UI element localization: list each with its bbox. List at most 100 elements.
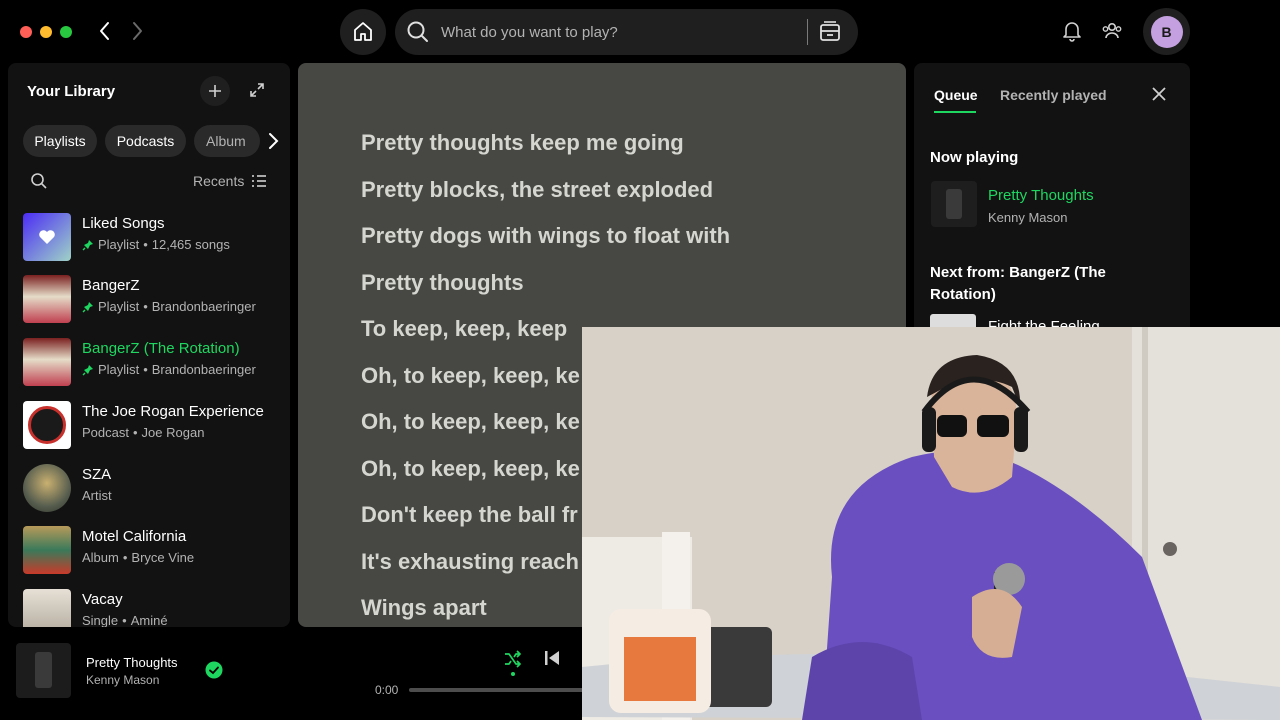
close-window-button[interactable] <box>20 26 32 38</box>
chevron-right-icon <box>133 22 142 40</box>
meta-separator: • <box>122 550 128 565</box>
library-item-type: Artist <box>82 488 112 503</box>
search-library-icon[interactable] <box>30 172 48 190</box>
library-item-name: Vacay <box>82 591 123 608</box>
avatar: B <box>1150 15 1183 48</box>
library-title[interactable]: Your Library <box>27 83 115 100</box>
library-item-meta-text: Aminé <box>130 613 168 627</box>
search-icon <box>407 21 428 42</box>
queue-track-artist[interactable]: Kenny Mason <box>988 210 1068 225</box>
webcam-overlay <box>582 327 1280 720</box>
now-playing-heading: Now playing <box>930 149 1019 166</box>
library-item-meta: Single • Aminé <box>82 613 168 627</box>
list-view-icon[interactable] <box>251 173 267 189</box>
vacay-cover <box>23 589 71 627</box>
library-item[interactable]: Liked Songs Playlist • 12,465 songs <box>23 211 283 263</box>
now-playing-cover <box>931 181 977 227</box>
lyric-line[interactable]: Oh, to keep, keep, ke <box>361 456 580 482</box>
progress-bar[interactable] <box>409 688 609 692</box>
library-filters: Playlists Podcasts Album <box>23 125 283 157</box>
liked-songs-cover <box>23 213 71 261</box>
close-icon[interactable] <box>1150 85 1168 103</box>
create-button[interactable] <box>200 76 230 106</box>
top-bar: B <box>0 0 1200 62</box>
active-tab-indicator <box>934 111 976 113</box>
motel-california-cover <box>23 526 71 574</box>
library-item-meta-text: Joe Rogan <box>141 425 205 440</box>
expand-icon[interactable] <box>248 81 266 99</box>
filter-podcasts-chip[interactable]: Podcasts <box>105 125 186 157</box>
next-from-heading: Next from: BangerZ (The Rotation) <box>930 264 1106 303</box>
library-item[interactable]: BangerZ Playlist • Brandonbaeringer <box>23 273 283 325</box>
lyric-line[interactable]: Oh, to keep, keep, ke <box>361 409 580 435</box>
library-item-meta: Playlist • Brandonbaeringer <box>82 299 256 314</box>
library-item-type: Playlist <box>98 237 140 252</box>
filter-albums-chip[interactable]: Album <box>194 125 260 157</box>
shuffle-active-dot <box>511 672 515 676</box>
library-item-name: SZA <box>82 466 112 483</box>
next-track-title[interactable]: Fight the Feeling <box>988 318 1100 327</box>
minimize-window-button[interactable] <box>40 26 52 38</box>
library-item-meta: Album • Bryce Vine <box>82 550 194 565</box>
sza-artist-image <box>23 464 71 512</box>
library-item-meta-text: Bryce Vine <box>131 550 195 565</box>
search-divider <box>807 19 808 45</box>
sort-recents-button[interactable]: Recents <box>193 173 244 189</box>
filter-playlists-chip[interactable]: Playlists <box>23 125 97 157</box>
lyric-line[interactable]: Pretty blocks, the street exploded <box>361 177 713 203</box>
lyric-line[interactable]: To keep, keep, keep <box>361 316 567 342</box>
back-button[interactable] <box>92 18 118 44</box>
library-panel: Your Library Playlists Podcasts Album Re… <box>8 63 290 627</box>
forward-button[interactable] <box>124 18 150 44</box>
library-item-meta: Artist <box>82 488 112 503</box>
library-item-meta-text: Brandonbaeringer <box>151 362 256 377</box>
browse-icon[interactable] <box>817 19 843 45</box>
maximize-window-button[interactable] <box>60 26 72 38</box>
library-item-meta: Podcast • Joe Rogan <box>82 425 204 440</box>
now-playing-cover[interactable] <box>16 643 71 698</box>
search-bar[interactable] <box>395 9 858 55</box>
next-track-cover <box>930 314 976 327</box>
lyric-line[interactable]: Pretty thoughts keep me going <box>361 130 684 156</box>
cover-art-figure <box>946 189 962 219</box>
chevron-right-icon <box>269 133 279 149</box>
lyric-line[interactable]: Wings apart <box>361 595 487 621</box>
library-item-name: Liked Songs <box>82 215 165 232</box>
pin-icon <box>82 364 93 375</box>
library-item-meta: Playlist • Brandonbaeringer <box>82 362 256 377</box>
library-item[interactable]: The Joe Rogan Experience Podcast • Joe Rog… <box>23 399 283 451</box>
pin-icon <box>82 301 93 312</box>
library-item-meta: Playlist • 12,465 songs <box>82 237 230 252</box>
lyric-line[interactable]: It's exhausting reach <box>361 549 579 575</box>
home-button[interactable] <box>340 9 386 55</box>
library-item[interactable]: Vacay Single • Aminé <box>23 587 283 627</box>
library-item-meta-text: Brandonbaeringer <box>151 299 256 314</box>
library-item[interactable]: Motel California Album • Bryce Vine <box>23 524 283 576</box>
bangerz-cover <box>23 275 71 323</box>
pin-icon <box>82 239 93 250</box>
library-item-name: BangerZ <box>82 277 140 294</box>
filter-scroll-right-button[interactable] <box>259 127 287 155</box>
library-item-type: Single <box>82 613 119 627</box>
saved-check-icon[interactable] <box>205 661 223 679</box>
shuffle-icon[interactable] <box>503 649 523 669</box>
lyric-line[interactable]: Pretty thoughts <box>361 270 524 296</box>
library-item[interactable]: SZA Artist <box>23 462 283 514</box>
queue-track-title[interactable]: Pretty Thoughts <box>988 187 1094 204</box>
now-playing-title[interactable]: Pretty Thoughts <box>86 655 178 670</box>
lyric-line[interactable]: Pretty dogs with wings to float with <box>361 223 730 249</box>
tab-queue[interactable]: Queue <box>934 87 978 103</box>
search-input[interactable] <box>441 9 781 55</box>
tab-recently-played[interactable]: Recently played <box>1000 87 1107 103</box>
library-item-name: The Joe Rogan Experience <box>82 403 264 420</box>
friend-activity-icon[interactable] <box>1101 20 1123 42</box>
bangerz-rotation-cover <box>23 338 71 386</box>
previous-track-icon[interactable] <box>543 649 561 667</box>
lyric-line[interactable]: Don't keep the ball fr <box>361 502 578 528</box>
now-playing-artist[interactable]: Kenny Mason <box>86 673 159 687</box>
user-menu-button[interactable]: B <box>1143 8 1190 55</box>
queue-panel: Queue Recently played Now playing Pretty… <box>914 63 1190 327</box>
lyric-line[interactable]: Oh, to keep, keep, ke <box>361 363 580 389</box>
library-item-active[interactable]: BangerZ (The Rotation) Playlist • Brandonb… <box>23 336 283 388</box>
bell-icon[interactable] <box>1062 20 1082 42</box>
